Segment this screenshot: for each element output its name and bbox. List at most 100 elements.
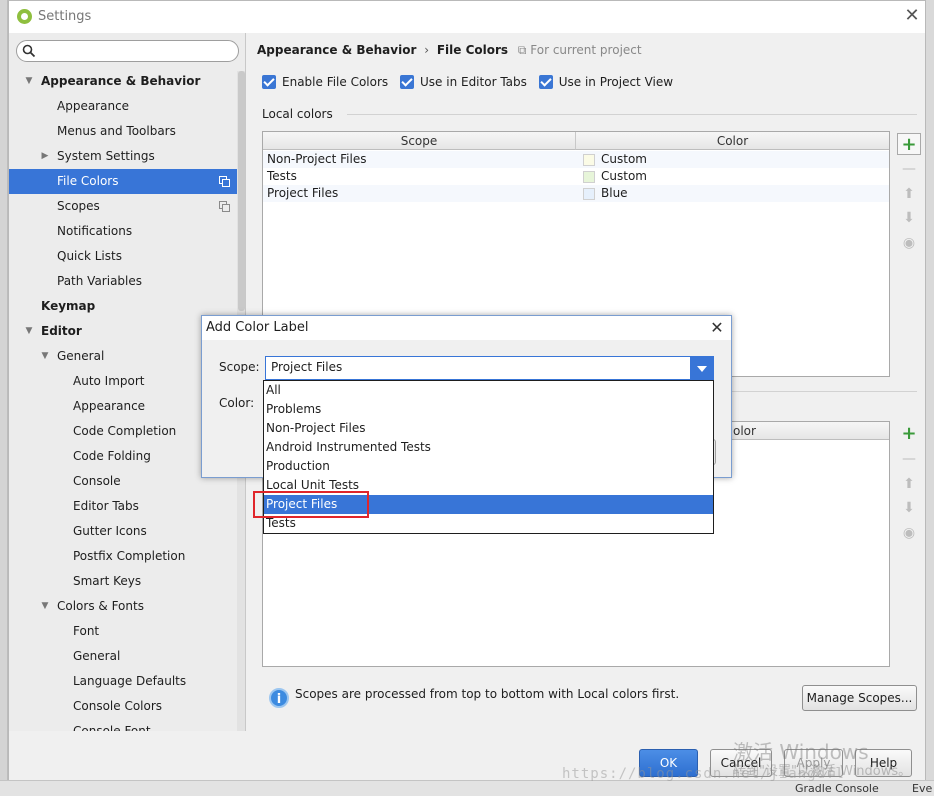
sidebar-item-label: Editor bbox=[41, 324, 82, 338]
event-log-tab[interactable]: Eve bbox=[912, 782, 932, 795]
sidebar-item[interactable]: Gutter Icons bbox=[9, 519, 237, 544]
table-row[interactable]: Tests Custom bbox=[263, 168, 889, 185]
close-icon[interactable]: ✕ bbox=[903, 5, 921, 27]
info-icon: i bbox=[269, 688, 289, 708]
chevron-down-icon[interactable] bbox=[690, 357, 713, 379]
sidebar-item[interactable]: Editor Tabs bbox=[9, 494, 237, 519]
move-up-icon[interactable]: ⬆ bbox=[897, 183, 921, 205]
chevron-down-icon[interactable]: ▼ bbox=[23, 69, 35, 94]
sidebar-item-label: System Settings bbox=[57, 149, 155, 163]
remove-icon[interactable]: — bbox=[897, 158, 921, 180]
chevron-down-icon[interactable]: ▼ bbox=[39, 344, 51, 369]
color-cell: Blue bbox=[601, 186, 628, 200]
scope-label: Scope: bbox=[219, 360, 260, 374]
window-title: Settings bbox=[38, 9, 92, 24]
scope-option[interactable]: Non-Project Files bbox=[264, 419, 713, 438]
manage-scopes-button[interactable]: Manage Scopes... bbox=[802, 685, 917, 711]
sidebar-item-label: Colors & Fonts bbox=[57, 599, 144, 613]
color-cell: Custom bbox=[601, 169, 647, 183]
breadcrumb-current: File Colors bbox=[436, 43, 509, 57]
remove-icon[interactable]: — bbox=[897, 448, 921, 470]
info-text: Scopes are processed from top to bottom … bbox=[295, 687, 680, 701]
share-icon[interactable]: ◉ bbox=[897, 522, 921, 544]
sidebar-item-label: Editor Tabs bbox=[73, 499, 139, 513]
sidebar-item[interactable]: Notifications bbox=[9, 219, 237, 244]
sidebar-item[interactable]: Quick Lists bbox=[9, 244, 237, 269]
sidebar-item[interactable]: General bbox=[9, 644, 237, 669]
table-row[interactable]: Non-Project Files Custom bbox=[263, 151, 889, 168]
separator bbox=[347, 114, 917, 115]
breadcrumb-separator: › bbox=[424, 43, 429, 57]
sidebar-item-label: Console bbox=[73, 474, 121, 488]
android-studio-icon bbox=[17, 9, 32, 24]
gradle-console-tab[interactable]: Gradle Console bbox=[795, 782, 879, 795]
use-in-project-view-checkbox[interactable]: Use in Project View bbox=[538, 75, 673, 89]
checkbox-checked-icon bbox=[400, 75, 414, 89]
color-column-header[interactable]: Color bbox=[576, 132, 889, 150]
close-icon[interactable]: ✕ bbox=[707, 318, 727, 338]
scope-option[interactable]: Production bbox=[264, 457, 713, 476]
sidebar-item-label: Notifications bbox=[57, 224, 133, 238]
checkbox-label: Use in Editor Tabs bbox=[420, 75, 527, 89]
search-icon bbox=[22, 44, 36, 58]
sidebar-item[interactable]: Console Font bbox=[9, 719, 237, 731]
sidebar-item[interactable]: ▼ Colors & Fonts bbox=[9, 594, 237, 619]
add-icon[interactable]: + bbox=[897, 423, 921, 445]
scope-option[interactable]: All bbox=[264, 381, 713, 400]
scope-column-header[interactable]: Scope bbox=[263, 132, 576, 150]
sidebar-item-label: Font bbox=[73, 624, 100, 638]
sidebar-item[interactable]: Font bbox=[9, 619, 237, 644]
enable-file-colors-checkbox[interactable]: Enable File Colors bbox=[262, 75, 388, 89]
move-up-icon[interactable]: ⬆ bbox=[897, 473, 921, 495]
url-watermark: https://blog.csdn.net/jiangdfl bbox=[562, 766, 845, 782]
project-level-icon bbox=[219, 201, 230, 212]
sidebar-item[interactable]: Menus and Toolbars bbox=[9, 119, 237, 144]
info-message: i Scopes are processed from top to bottom… bbox=[269, 687, 679, 708]
shared-colors-toolbar: + — ⬆ ⬇ ◉ bbox=[897, 423, 921, 553]
sidebar-item[interactable]: Smart Keys bbox=[9, 569, 237, 594]
sidebar-item[interactable]: Postfix Completion bbox=[9, 544, 237, 569]
sidebar-item-label: Gutter Icons bbox=[73, 524, 147, 538]
scope-cell: Project Files bbox=[267, 186, 339, 200]
scope-cell: Tests bbox=[267, 169, 297, 183]
sidebar-item[interactable]: Scopes bbox=[9, 194, 237, 219]
sidebar-item-label: File Colors bbox=[57, 174, 119, 188]
sidebar-item-label: Auto Import bbox=[73, 374, 145, 388]
sidebar-item-label: General bbox=[73, 649, 121, 663]
scope-cell: Non-Project Files bbox=[267, 152, 367, 166]
chevron-down-icon[interactable]: ▼ bbox=[39, 594, 51, 619]
sidebar-item[interactable]: ▶ System Settings bbox=[9, 144, 237, 169]
sidebar-item[interactable]: Console Colors bbox=[9, 694, 237, 719]
color-swatch bbox=[583, 171, 595, 183]
scope-option[interactable]: Android Instrumented Tests bbox=[264, 438, 713, 457]
sidebar-item[interactable]: Language Defaults bbox=[9, 669, 237, 694]
sidebar-item-label: Keymap bbox=[41, 299, 96, 313]
scope-combobox[interactable]: Project Files bbox=[265, 356, 714, 380]
chevron-right-icon[interactable]: ▶ bbox=[39, 144, 51, 169]
sidebar-item[interactable]: ▼ Appearance & Behavior bbox=[9, 69, 237, 94]
add-icon[interactable]: + bbox=[897, 133, 921, 155]
project-level-icon bbox=[219, 176, 230, 187]
use-in-editor-tabs-checkbox[interactable]: Use in Editor Tabs bbox=[400, 75, 527, 89]
checkbox-label: Enable File Colors bbox=[282, 75, 389, 89]
table-row[interactable]: Project Files Blue bbox=[263, 185, 889, 202]
sidebar-item-label: Language Defaults bbox=[73, 674, 187, 688]
move-down-icon[interactable]: ⬇ bbox=[897, 497, 921, 519]
sidebar-item-label: Smart Keys bbox=[73, 574, 142, 588]
color-label: Color: bbox=[219, 396, 255, 410]
sidebar-item[interactable]: File Colors bbox=[9, 169, 237, 194]
sidebar-item-label: Appearance & Behavior bbox=[41, 74, 201, 88]
checkbox-checked-icon bbox=[538, 75, 553, 89]
search-input[interactable] bbox=[16, 40, 239, 62]
sidebar-item-label: Path Variables bbox=[57, 274, 143, 288]
scrollbar-thumb[interactable] bbox=[238, 71, 245, 311]
sidebar-item-label: Code Completion bbox=[73, 424, 177, 438]
chevron-down-icon[interactable]: ▼ bbox=[23, 319, 35, 344]
move-down-icon[interactable]: ⬇ bbox=[897, 207, 921, 229]
sidebar-item-label: Appearance bbox=[57, 99, 130, 113]
scope-option[interactable]: Problems bbox=[264, 400, 713, 419]
sidebar-item[interactable]: Path Variables bbox=[9, 269, 237, 294]
eye-icon[interactable]: ◉ bbox=[897, 232, 921, 254]
color-swatch bbox=[583, 154, 595, 166]
sidebar-item[interactable]: Appearance bbox=[9, 94, 237, 119]
